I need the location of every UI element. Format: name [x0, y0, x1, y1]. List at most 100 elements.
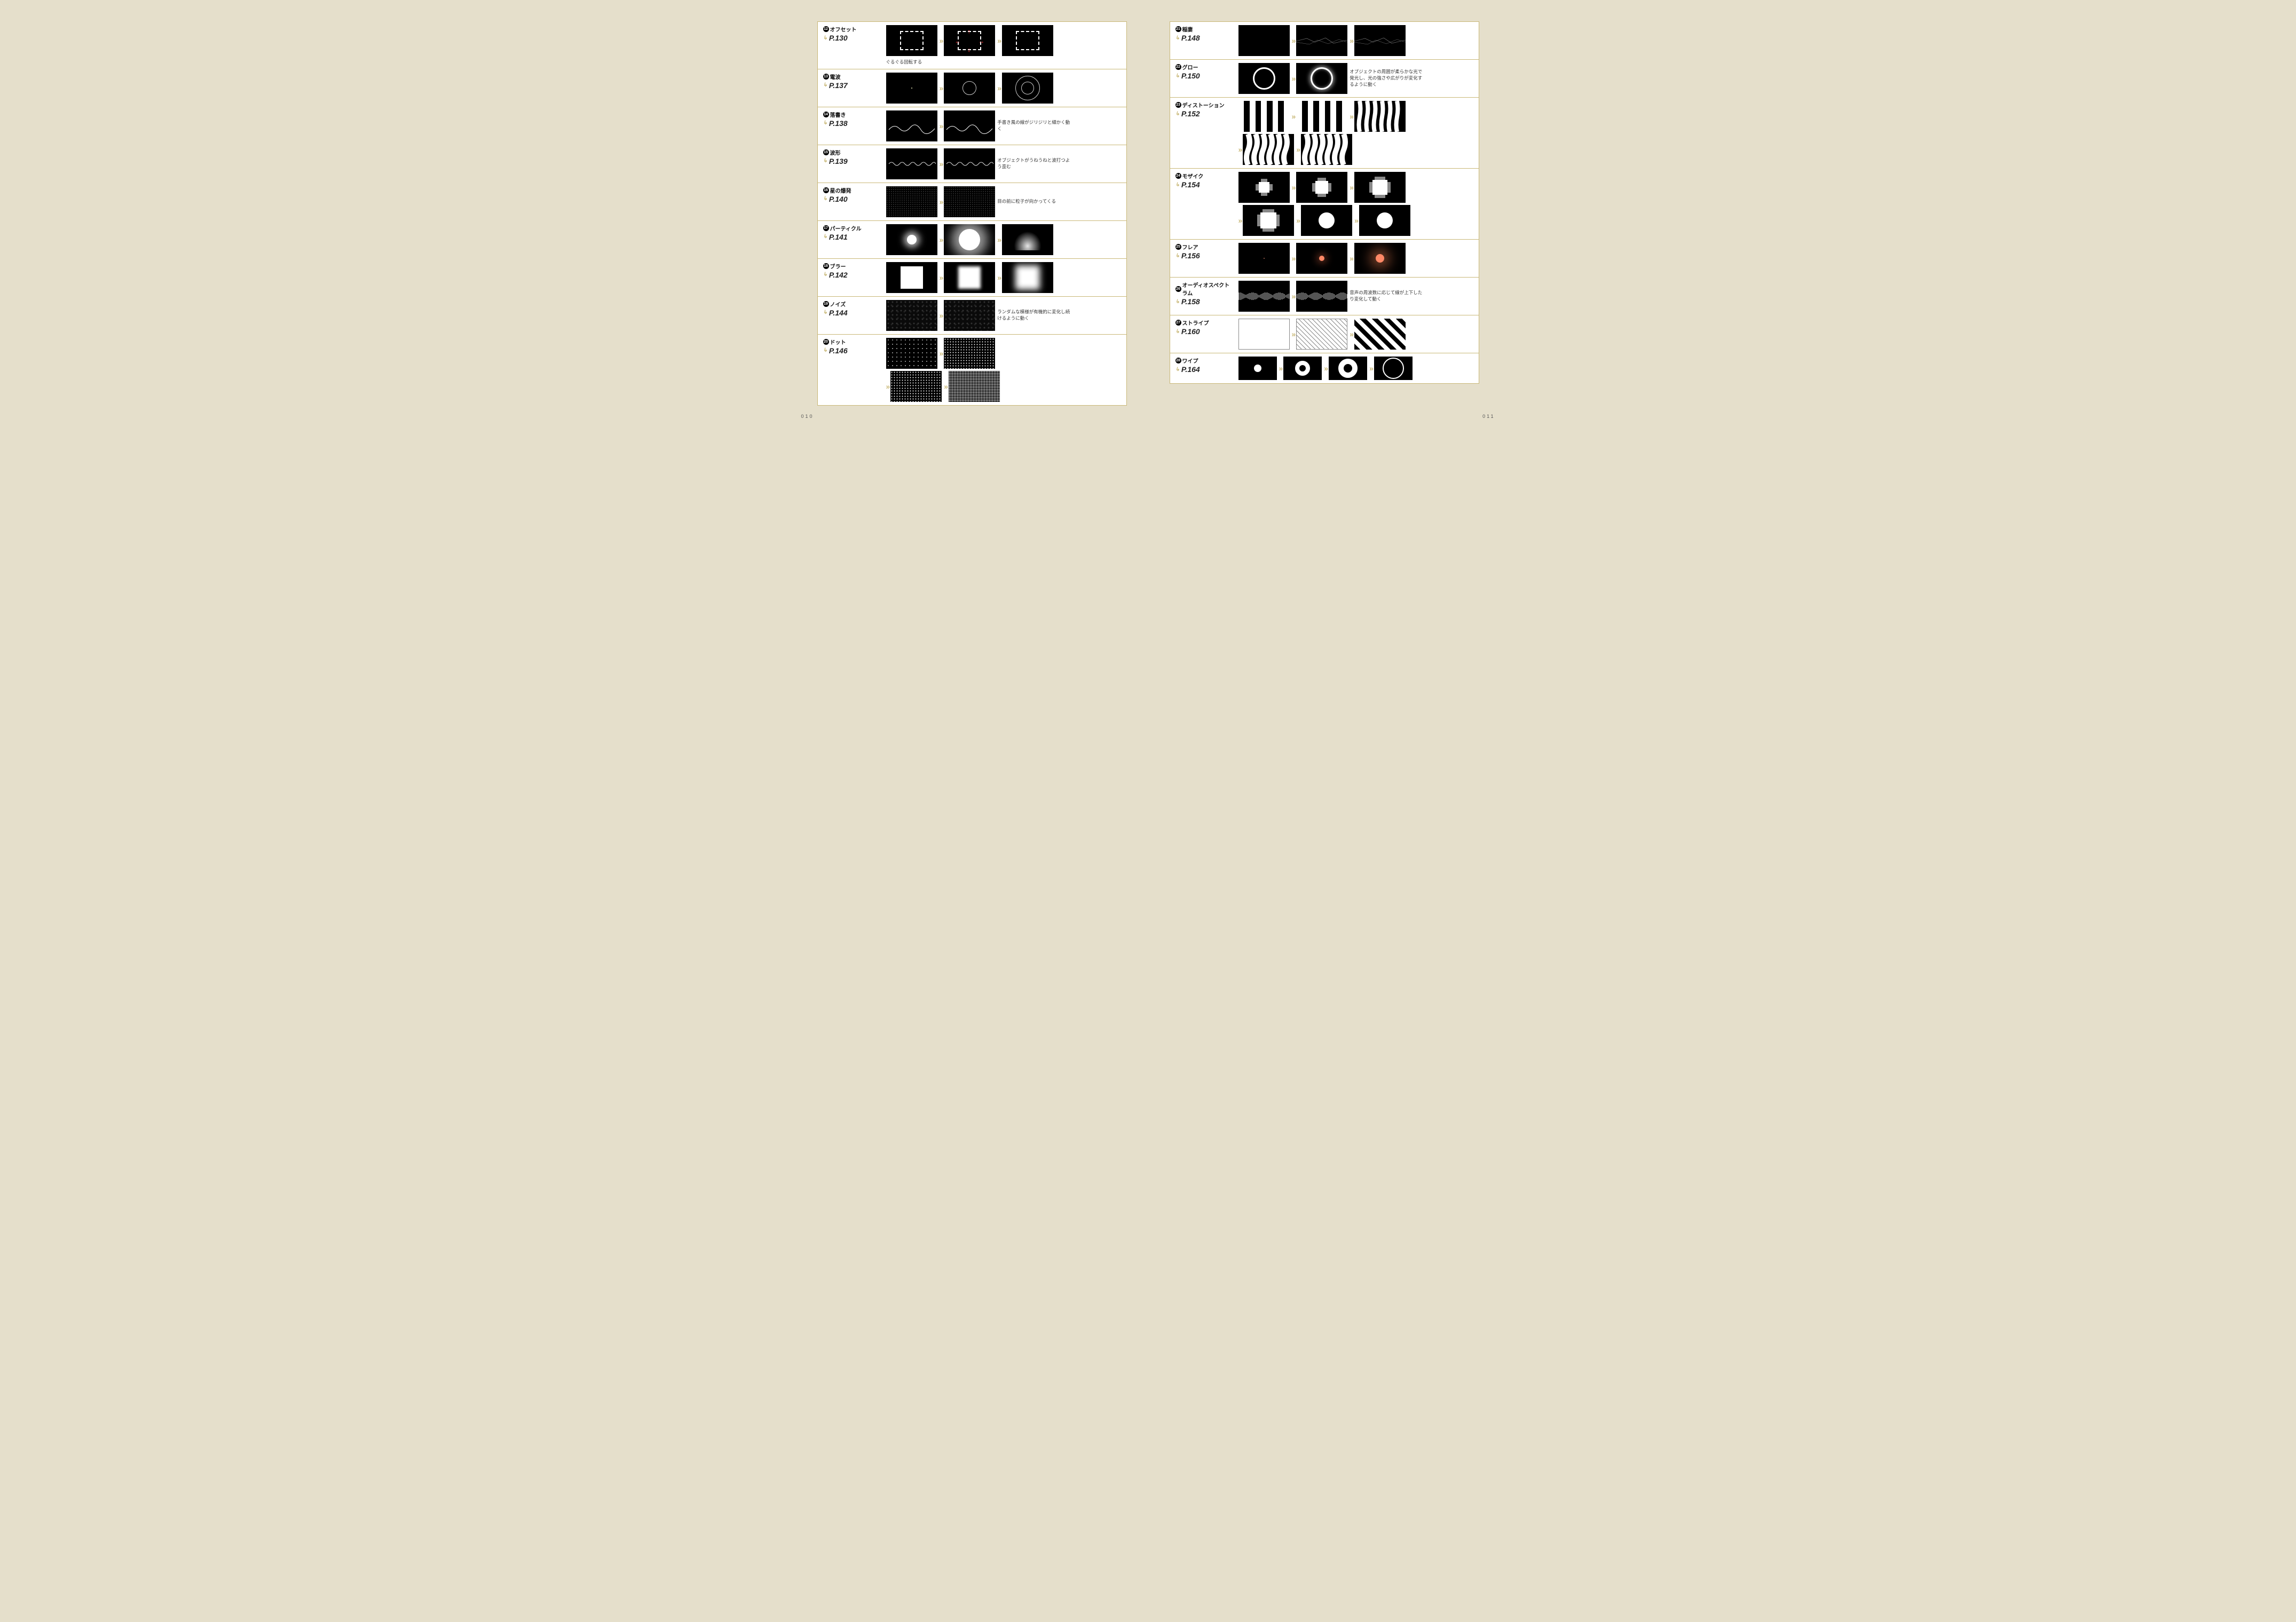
entry: 22グロー↳P.150»オブジェクトの周囲が柔らかな光で発光し、光の強さや広がり…	[1170, 60, 1479, 98]
chevron-icon: »	[940, 311, 942, 320]
thumbnail	[1238, 281, 1290, 312]
entry-page-ref: ↳P.146	[823, 346, 882, 355]
thumbnail	[944, 338, 995, 369]
thumbnail	[1374, 357, 1413, 380]
entry-body: »»	[1238, 22, 1479, 59]
entry-number-badge: 19	[823, 301, 829, 307]
thumb-row-extra: »»	[886, 371, 1122, 402]
thumbnail	[1243, 134, 1294, 165]
entry: 15波形↳P.139»オブジェクトがうねうねと波打つよう歪む	[818, 145, 1126, 183]
entry-body: »音声の周波数に応じて線が上下したり変化して動く	[1238, 278, 1479, 315]
thumbnail	[1296, 319, 1347, 350]
thumb-row: »»	[886, 73, 1122, 104]
entry-number-badge: 20	[823, 339, 829, 345]
entry-title-text: モザイク	[1182, 172, 1204, 180]
caption: 目の前に粒子が向かってくる	[997, 199, 1056, 205]
entry-title-text: グロー	[1182, 63, 1198, 71]
page-arrow-icon: ↳	[823, 196, 827, 202]
entry-number-badge: 18	[823, 263, 829, 269]
thumb-row: »»	[1238, 172, 1474, 203]
entry: 25フレア↳P.156»»	[1170, 240, 1479, 278]
entry-number-badge: 25	[1175, 244, 1181, 250]
entry-header: 21稲妻↳P.148	[1170, 22, 1238, 45]
page-arrow-icon: ↳	[1175, 73, 1180, 79]
chevron-icon: »	[940, 273, 942, 282]
chevron-icon: »	[886, 382, 889, 391]
entry: 27ストライプ↳P.160»»	[1170, 315, 1479, 353]
entry: 16星の爆発↳P.140»目の前に粒子が向かってくる	[818, 183, 1126, 221]
chevron-icon: »	[1350, 254, 1352, 263]
thumbnail	[886, 186, 937, 217]
page-arrow-icon: ↳	[823, 158, 827, 164]
thumbnail	[1296, 101, 1347, 132]
thumbnail	[944, 262, 995, 293]
entry-title-text: ドット	[830, 338, 846, 346]
caption: ランダムな模様が有機的に変化し続けるように動く	[997, 309, 1072, 322]
thumbnail	[886, 110, 937, 141]
thumb-row: »↑↓←→»	[886, 25, 1122, 56]
thumbnail	[944, 148, 995, 179]
thumbnail	[1002, 25, 1053, 56]
thumbnail	[886, 262, 937, 293]
thumb-row: »»	[886, 262, 1122, 293]
entry: 21稲妻↳P.148»»	[1170, 22, 1479, 60]
entry-header: 15波形↳P.139	[818, 145, 886, 169]
entry-number-badge: 17	[823, 225, 829, 231]
entry-title: 14落書き	[823, 110, 882, 118]
thumbnail	[1296, 172, 1347, 203]
thumb-row: »音声の周波数に応じて線が上下したり変化して動く	[1238, 281, 1474, 312]
chevron-icon: »	[1324, 364, 1327, 373]
thumb-row: »オブジェクトの周囲が柔らかな光で発光し、光の強さや広がりが変化するように動く	[1238, 63, 1474, 94]
chevron-icon: »	[1292, 36, 1295, 45]
chevron-icon: »	[1350, 183, 1352, 192]
entry: 26オーディオスペクトラム↳P.158»音声の周波数に応じて線が上下したり変化し…	[1170, 278, 1479, 315]
page-arrow-icon: ↳	[823, 120, 827, 126]
thumbnail	[1329, 357, 1367, 380]
chevron-icon: »	[1292, 74, 1295, 83]
entry-header: 26オーディオスペクトラム↳P.158	[1170, 278, 1238, 309]
entry-title: 12オフセット	[823, 25, 882, 33]
entry: 24モザイク↳P.154»»»»»	[1170, 169, 1479, 240]
chevron-icon: »	[997, 36, 1000, 45]
entry-title: 20ドット	[823, 338, 882, 346]
entry-body: »»»»»	[1238, 169, 1479, 239]
page-arrow-icon: ↳	[1175, 35, 1180, 41]
entry-header: 18ブラー↳P.142	[818, 259, 886, 282]
chevron-icon: »	[1238, 145, 1241, 154]
entry-title-text: ディストーション	[1182, 101, 1225, 109]
entries-list-left: 12オフセット↳P.130»↑↓←→»ぐるぐる回転する13電波↳P.137»»1…	[817, 21, 1127, 406]
thumb-row: »»»	[1238, 357, 1474, 380]
thumbnail	[1002, 224, 1053, 255]
thumbnail	[1238, 319, 1290, 350]
chevron-icon: »	[1296, 145, 1299, 154]
caption: 手書き風の線がジリジリと細かく動く	[997, 120, 1072, 132]
entry-body: »»	[1238, 315, 1479, 353]
entry-title-text: 電波	[830, 73, 841, 81]
thumb-row: »手書き風の線がジリジリと細かく動く	[886, 110, 1122, 141]
entry-number-badge: 16	[823, 187, 829, 193]
entry: 12オフセット↳P.130»↑↓←→»ぐるぐる回転する	[818, 22, 1126, 69]
entry-title-text: 波形	[830, 148, 841, 156]
entry-body: »»»	[886, 335, 1126, 405]
caption: ぐるぐる回転する	[886, 59, 961, 66]
entry-header: 16星の爆発↳P.140	[818, 183, 886, 207]
thumbnail	[1296, 281, 1347, 312]
thumb-row: »オブジェクトがうねうねと波打つよう歪む	[886, 148, 1122, 179]
thumb-row: »	[886, 338, 1122, 369]
thumbnail	[1301, 134, 1352, 165]
page-arrow-icon: ↳	[1175, 111, 1180, 117]
page-arrow-icon: ↳	[1175, 367, 1180, 373]
chevron-icon: »	[1369, 364, 1372, 373]
entry-header: 28ワイプ↳P.164	[1170, 353, 1238, 377]
entry-page-ref: ↳P.148	[1175, 34, 1234, 42]
entry-number-badge: 22	[1175, 64, 1181, 70]
chevron-icon: »	[940, 84, 942, 92]
entry-body: »手書き風の線がジリジリと細かく動く	[886, 107, 1126, 145]
entry-header: 20ドット↳P.146	[818, 335, 886, 358]
entry-title: 28ワイプ	[1175, 357, 1234, 365]
thumbnail	[944, 186, 995, 217]
thumbnail	[1002, 73, 1053, 104]
entry-title: 24モザイク	[1175, 172, 1234, 180]
entry-page-ref: ↳P.139	[823, 157, 882, 165]
chevron-icon: »	[1350, 330, 1352, 338]
